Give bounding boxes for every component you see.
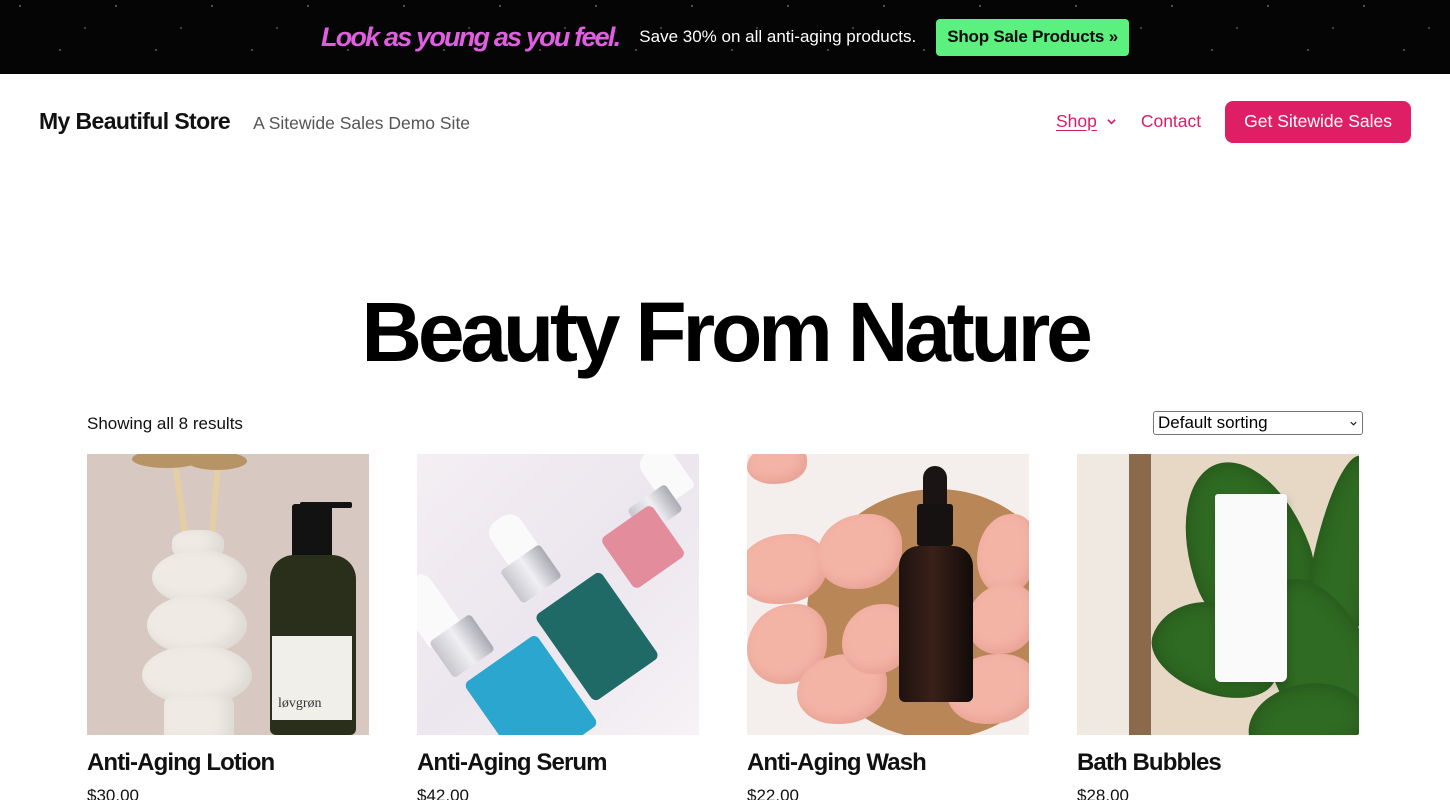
product-card: Anti-Aging Wash $22.00 [747,454,1029,800]
site-header: My Beautiful Store A Sitewide Sales Demo… [0,74,1450,169]
product-image-lotion[interactable]: løvgrøn [87,454,369,735]
page-title: Beauty From Nature [361,285,1092,379]
site-title[interactable]: My Beautiful Store [39,108,231,135]
banner-headline: Look as young as you feel. [321,21,621,52]
product-card: Anti-Aging Serum $42.00 [417,454,699,800]
chevron-down-icon[interactable] [1106,116,1117,127]
dropper-bottle [899,546,973,702]
promo-banner: Look as young as you feel. Save 30% on a… [0,0,1450,74]
shop-sale-products-button[interactable]: Shop Sale Products » [936,18,1129,56]
product-price: $28.00 [1077,786,1129,800]
vase [142,530,252,735]
main-nav: Shop Contact Get Sitewide Sales [1056,100,1411,143]
chevron-down-icon [1350,421,1357,426]
white-tube [1215,494,1287,682]
product-card: løvgrøn Anti-Aging Lotion $30.00 [87,454,369,800]
nav-contact[interactable]: Contact [1141,111,1201,132]
nav-shop-label: Shop [1055,111,1097,131]
product-image-serum[interactable] [417,454,699,735]
site-tagline: A Sitewide Sales Demo Site [253,113,471,133]
sort-select[interactable]: Default sorting [1153,411,1363,435]
banner-text: Save 30% on all anti-aging products. [639,27,917,46]
product-image-wash[interactable] [747,454,1029,735]
product-name[interactable]: Anti-Aging Wash [747,749,1029,777]
nav-shop[interactable]: Shop [1056,111,1117,132]
product-name[interactable]: Bath Bubbles [1077,749,1359,777]
get-sitewide-sales-button[interactable]: Get Sitewide Sales [1225,100,1411,143]
result-count: Showing all 8 results [87,414,243,433]
product-card: Bath Bubbles $28.00 [1077,454,1359,800]
product-name[interactable]: Anti-Aging Lotion [87,749,369,777]
brand: My Beautiful Store A Sitewide Sales Demo… [39,108,470,135]
product-price: $42.00 [417,786,469,800]
product-price: $22.00 [747,786,799,800]
bottle-label: løvgrøn [272,636,352,720]
product-price: $30.00 [87,786,139,800]
product-image-bath-bubbles[interactable] [1077,454,1359,735]
sort-selected-value: Default sorting [1158,413,1268,432]
product-name[interactable]: Anti-Aging Serum [417,749,699,777]
product-grid: løvgrøn Anti-Aging Lotion $30.00 Anti-Ag… [87,454,1359,800]
